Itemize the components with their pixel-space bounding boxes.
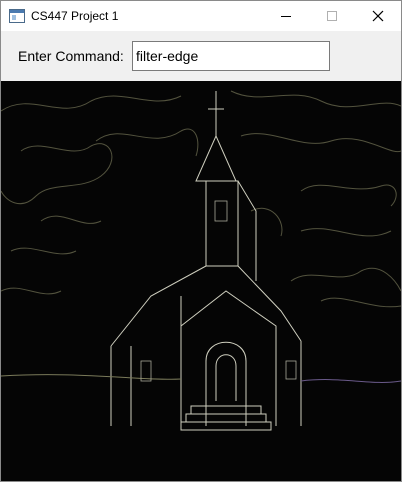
edge-filtered-church-image [1, 81, 401, 481]
maximize-button[interactable] [309, 1, 355, 31]
command-input[interactable] [132, 41, 330, 71]
close-icon [372, 10, 384, 22]
app-window: CS447 Project 1 Enter Command: [0, 0, 402, 482]
command-label: Enter Command: [18, 48, 124, 64]
minimize-button[interactable] [263, 1, 309, 31]
caption-buttons [263, 1, 401, 31]
app-window-icon [9, 9, 25, 23]
title-bar[interactable]: CS447 Project 1 [1, 1, 401, 31]
maximize-icon [327, 11, 337, 21]
minimize-icon [281, 16, 291, 17]
image-canvas[interactable] [1, 81, 401, 481]
command-toolbar: Enter Command: [1, 31, 401, 81]
window-title: CS447 Project 1 [31, 9, 119, 23]
close-button[interactable] [355, 1, 401, 31]
